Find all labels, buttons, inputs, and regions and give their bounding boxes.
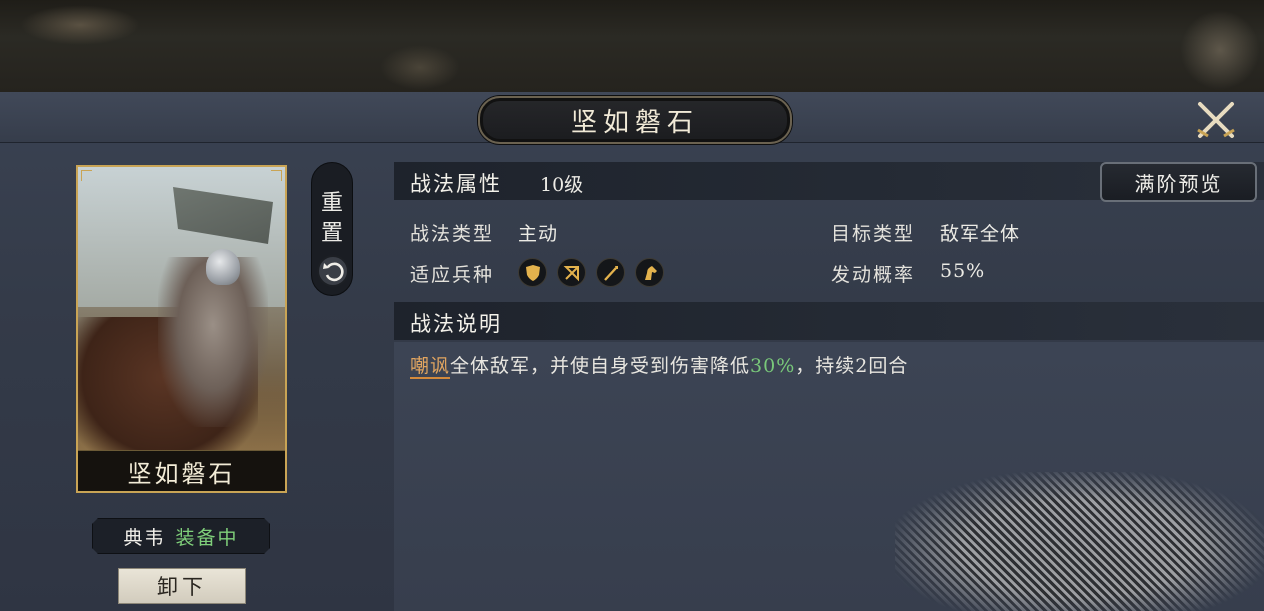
close-icon xyxy=(1197,102,1235,138)
general-name: 典韦 xyxy=(123,526,166,549)
scene-blur xyxy=(380,45,460,90)
skill-type-value: 主动 xyxy=(518,223,559,245)
obscured-region xyxy=(895,472,1264,611)
equipped-general: 典韦 装备中 xyxy=(92,518,270,554)
card-name: 坚如磐石 xyxy=(127,459,236,488)
reset-icon xyxy=(317,255,349,287)
reset-label-2: 置 xyxy=(320,221,343,246)
attributes-header-label: 战法属性 xyxy=(410,172,502,196)
max-preview-button[interactable]: 满阶预览 xyxy=(1100,162,1257,202)
card-corner xyxy=(271,170,282,181)
skill-type-label: 战法类型 xyxy=(410,223,495,245)
description-header: 战法说明 xyxy=(394,302,1264,340)
description-text-1: 全体敌军，并使自身受到伤害降低 xyxy=(450,355,751,377)
target-type-value: 敌军全体 xyxy=(940,223,1021,245)
description-highlight: 30% xyxy=(750,355,796,377)
skill-description: 嘲讽全体敌军，并使自身受到伤害降低30%，持续2回合 xyxy=(410,351,909,379)
scene-blur xyxy=(1180,10,1260,90)
card-corner xyxy=(81,170,92,181)
trigger-chance-value: 55% xyxy=(940,260,986,282)
troop-type-label: 适应兵种 xyxy=(410,264,495,286)
spear-icon xyxy=(596,258,625,287)
trigger-chance-label: 发动概率 xyxy=(831,264,916,286)
skill-level: 10级 xyxy=(540,174,584,196)
page-title: 坚如磐石 xyxy=(570,107,699,138)
card-name-strip: 坚如磐石 xyxy=(78,450,285,491)
title-plate: 坚如磐石 xyxy=(478,96,792,144)
description-header-label: 战法说明 xyxy=(410,312,502,336)
equip-status: 装备中 xyxy=(175,526,239,549)
scene-blur xyxy=(20,5,140,45)
close-button[interactable] xyxy=(1194,100,1238,140)
bow-icon xyxy=(557,258,586,287)
target-type-label: 目标类型 xyxy=(831,223,916,245)
card-art-helmet xyxy=(206,249,240,285)
reset-button[interactable]: 重 置 xyxy=(311,162,353,296)
horse-icon xyxy=(635,258,664,287)
reset-label-1: 重 xyxy=(320,191,343,216)
description-keyword[interactable]: 嘲讽 xyxy=(410,355,451,379)
unequip-button[interactable]: 卸下 xyxy=(118,568,246,604)
troop-type-icons xyxy=(518,258,664,287)
skill-card: 坚如磐石 xyxy=(76,165,287,493)
shield-icon xyxy=(518,258,547,287)
background-scene xyxy=(0,0,1264,92)
description-text-2: ，持续2回合 xyxy=(795,355,909,377)
